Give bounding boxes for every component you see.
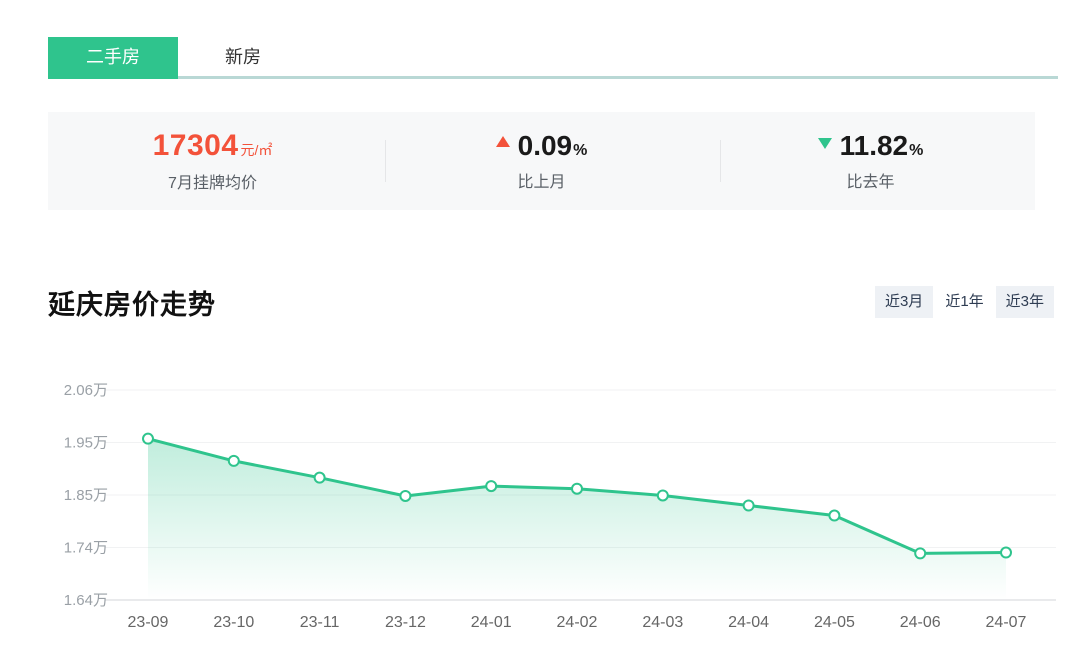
range-button-1year[interactable]: 近1年 (935, 286, 993, 318)
price-trend-chart: 2.06万 1.95万 1.85万 1.74万 1.64万 23-09 23-10 23-11… (0, 375, 1080, 645)
x-axis-tick-label: 24-03 (642, 614, 683, 631)
tab-newhouse[interactable]: 新房 (178, 37, 308, 79)
mom-unit: % (573, 142, 587, 160)
data-point-24-01[interactable] (486, 481, 496, 491)
x-axis-tick-label: 23-09 (128, 614, 169, 631)
time-range-switcher: 近3月 近1年 近3年 (875, 286, 1054, 318)
x-axis-tick-label: 24-01 (471, 614, 512, 631)
up-triangle-icon (496, 136, 510, 147)
data-point-24-04[interactable] (744, 501, 754, 511)
x-axis-tick-label: 24-02 (557, 614, 598, 631)
x-axis-tick-label: 24-05 (814, 614, 855, 631)
data-point-23-10[interactable] (229, 456, 239, 466)
x-axis-tick-label: 24-06 (900, 614, 941, 631)
data-point-23-11[interactable] (315, 473, 325, 483)
y-axis-tick-label: 1.64万 (64, 592, 108, 609)
y-axis-tick-label: 1.85万 (64, 487, 108, 504)
range-button-3months[interactable]: 近3月 (875, 286, 933, 318)
yoy-label: 比去年 (846, 168, 894, 192)
range-button-3years[interactable]: 近3年 (996, 286, 1054, 318)
data-point-24-03[interactable] (658, 490, 668, 500)
y-axis-tick-label: 1.74万 (64, 540, 108, 557)
data-point-23-12[interactable] (400, 491, 410, 501)
data-point-24-06[interactable] (915, 548, 925, 558)
data-point-23-09[interactable] (143, 434, 153, 444)
mom-label: 比上月 (517, 168, 565, 192)
data-point-24-05[interactable] (829, 511, 839, 521)
y-axis-tick-label: 1.95万 (64, 435, 108, 452)
trend-area-fill (148, 439, 1006, 600)
tab-secondhand[interactable]: 二手房 (48, 37, 178, 79)
x-axis-tick-label: 23-12 (385, 614, 426, 631)
x-axis-tick-label: 24-07 (986, 614, 1027, 631)
listing-type-tabs: 二手房 新房 (48, 37, 1058, 77)
average-price-unit: 元/㎡ (241, 140, 273, 160)
price-trend-svg: 2.06万 1.95万 1.85万 1.74万 1.64万 23-09 23-10 23-11… (0, 375, 1080, 645)
average-price-value: 17304 (153, 129, 239, 163)
stat-year-over-year: 11.82 % 比去年 (706, 112, 1035, 210)
stats-panel: 17304 元/㎡ 7月挂牌均价 0.09 % 比上月 11.82 % 比去年 (48, 112, 1035, 210)
yoy-unit: % (909, 142, 923, 160)
mom-value: 0.09 (518, 130, 573, 162)
y-axis-tick-label: 2.06万 (64, 382, 108, 399)
average-price-label: 7月挂牌均价 (168, 169, 257, 193)
housing-price-page: 二手房 新房 17304 元/㎡ 7月挂牌均价 0.09 % 比上月 11.82 (0, 0, 1080, 652)
x-axis-tick-label: 23-10 (213, 614, 254, 631)
data-point-24-07[interactable] (1001, 548, 1011, 558)
data-point-24-02[interactable] (572, 484, 582, 494)
x-axis-tick-label: 24-04 (728, 614, 769, 631)
stat-average-price: 17304 元/㎡ 7月挂牌均价 (48, 112, 377, 210)
down-triangle-icon (818, 138, 832, 149)
x-axis-tick-label: 23-11 (300, 614, 340, 631)
trend-section-title: 延庆房价走势 (48, 283, 216, 322)
stat-month-over-month: 0.09 % 比上月 (377, 112, 706, 210)
yoy-value: 11.82 (840, 130, 909, 162)
